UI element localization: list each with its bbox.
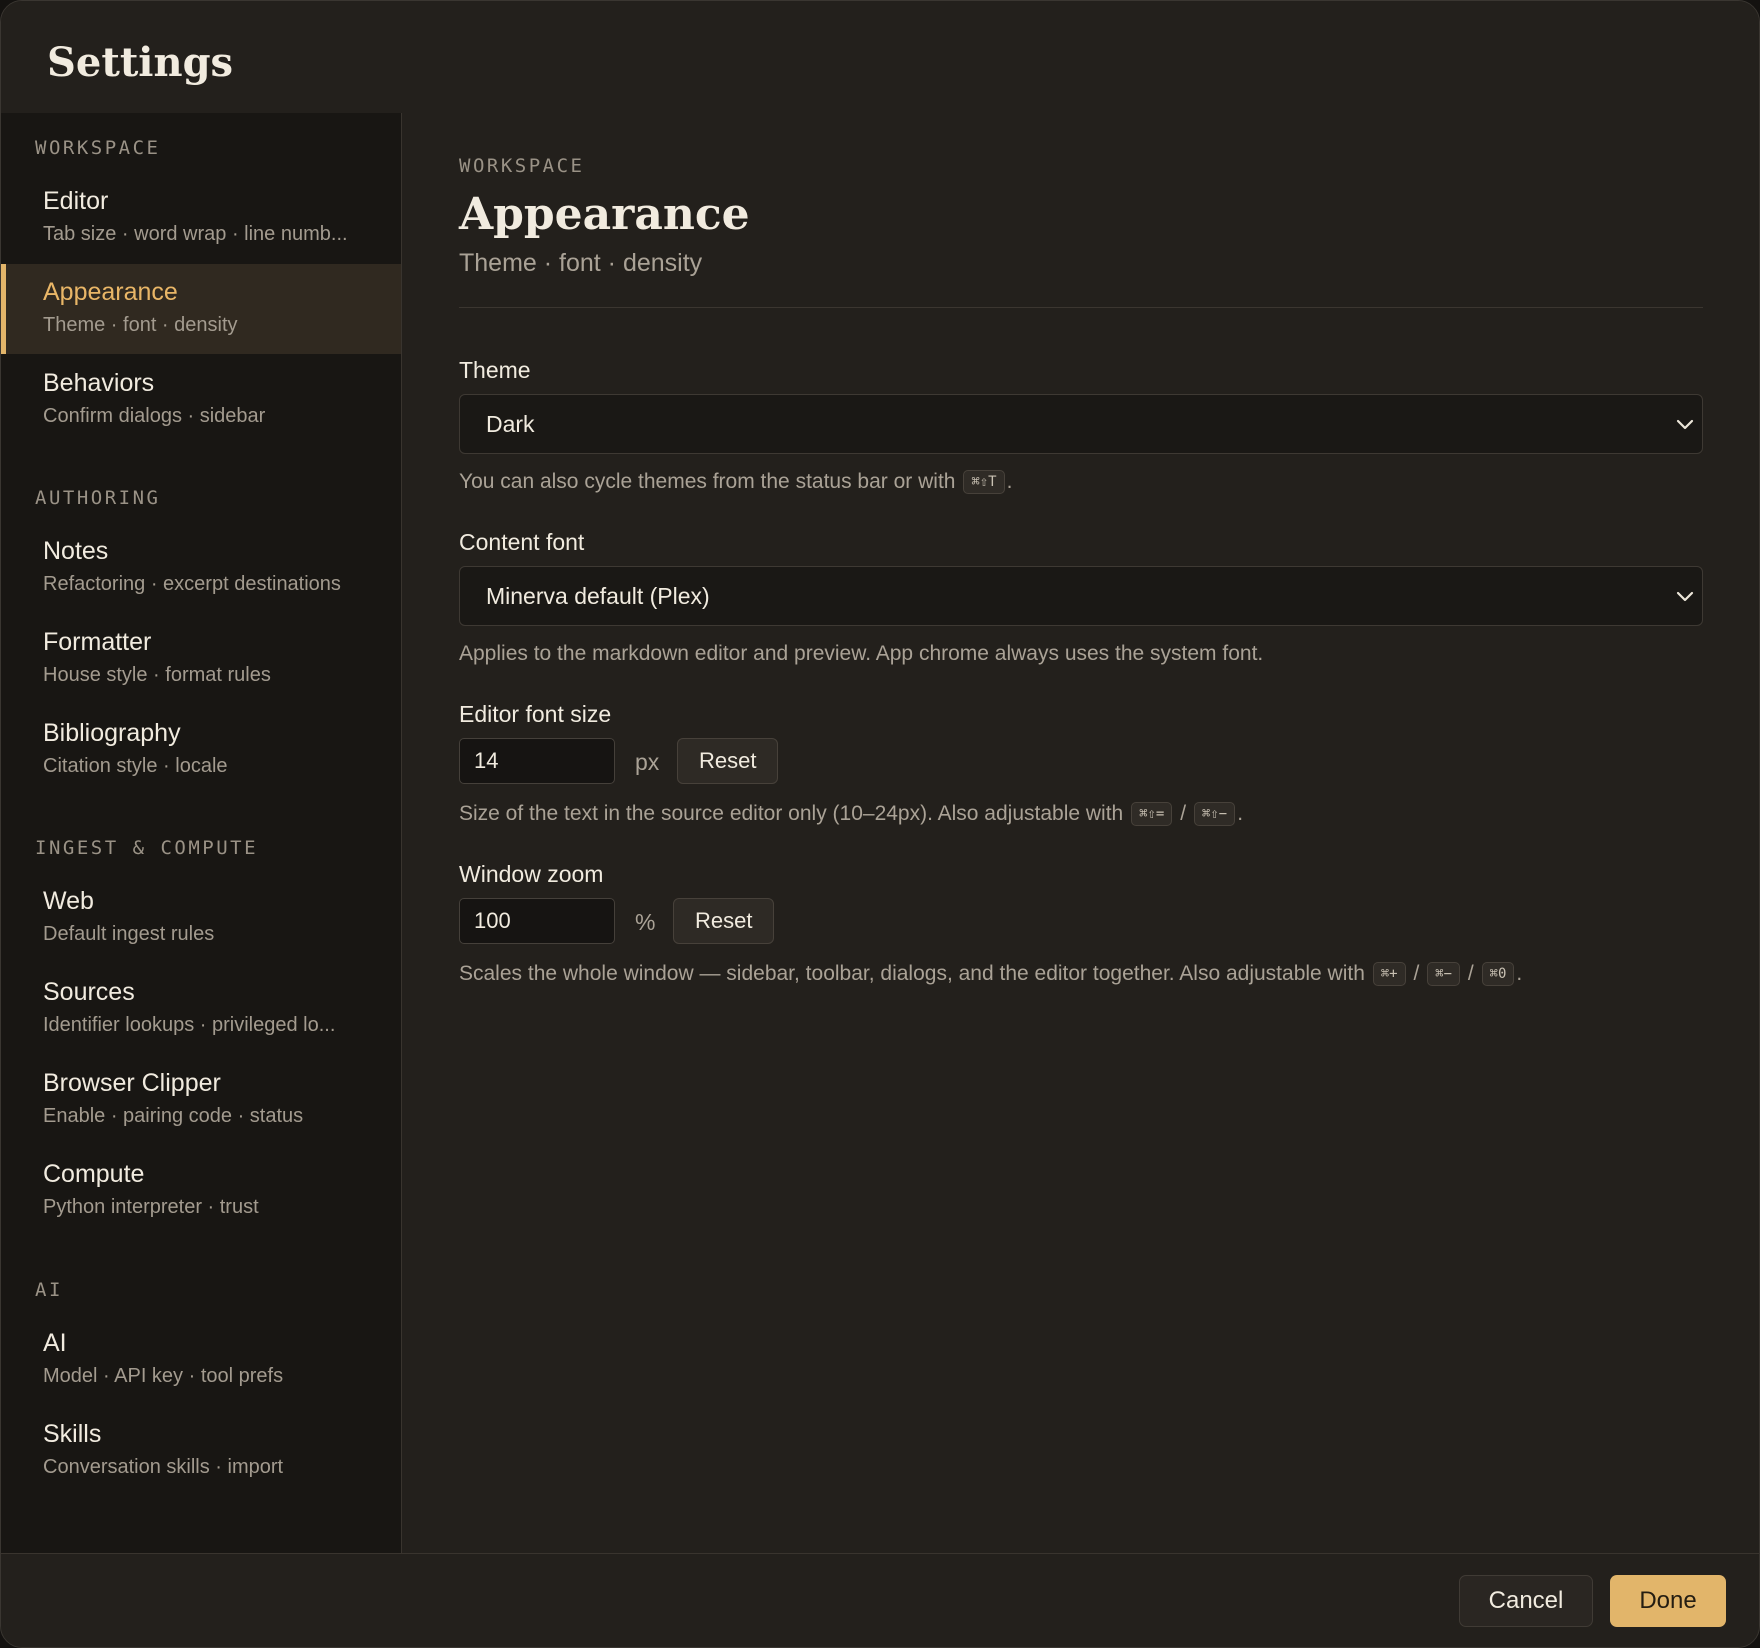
- sidebar-item-title: Notes: [43, 537, 109, 565]
- sidebar-item-web[interactable]: Web Default ingest rules: [1, 873, 401, 963]
- window-zoom-help-end: .: [1516, 962, 1523, 985]
- sidebar-item-title: Behaviors: [43, 369, 155, 397]
- page-eyebrow: WORKSPACE: [459, 155, 585, 177]
- cancel-button[interactable]: Cancel: [1459, 1575, 1593, 1627]
- sidebar-item-subtitle: Citation style · locale: [43, 755, 228, 777]
- editor-font-size-help-end: .: [1237, 802, 1244, 825]
- chevron-down-icon: [1676, 591, 1694, 602]
- dialog-header: Settings: [1, 1, 1759, 113]
- chevron-down-icon: [1676, 419, 1694, 430]
- sidebar-item-title: Editor: [43, 187, 109, 215]
- sidebar-item-ai[interactable]: AI Model · API key · tool prefs: [1, 1315, 401, 1405]
- window-zoom-reset-button[interactable]: Reset: [673, 898, 775, 944]
- sidebar-item-behaviors[interactable]: Behaviors Confirm dialogs · sidebar: [1, 355, 401, 445]
- sidebar-item-subtitle: Identifier lookups · privileged lo...: [43, 1014, 336, 1036]
- content-font-select-value: Minerva default (Plex): [486, 583, 710, 609]
- zoom-in-shortcut: ⌘+: [1372, 962, 1406, 986]
- sidebar-item-appearance[interactable]: Appearance Theme · font · density: [1, 264, 401, 354]
- content-font-label: Content font: [459, 529, 585, 555]
- sidebar-item-compute[interactable]: Compute Python interpreter · trust: [1, 1146, 401, 1236]
- shortcut-separator: /: [1467, 962, 1474, 985]
- sidebar-section-authoring: AUTHORING: [35, 487, 161, 509]
- theme-select[interactable]: Dark: [459, 394, 1703, 454]
- sidebar-item-subtitle: Python interpreter · trust: [43, 1196, 259, 1218]
- settings-sidebar: WORKSPACE Editor Tab size · word wrap · …: [1, 113, 402, 1553]
- theme-label: Theme: [459, 357, 531, 383]
- dialog-footer: Cancel Done: [1, 1553, 1759, 1647]
- sidebar-item-title: Web: [43, 887, 94, 915]
- sidebar-item-subtitle: Enable · pairing code · status: [43, 1105, 304, 1127]
- sidebar-item-subtitle: Default ingest rules: [43, 923, 215, 945]
- content-font-help: Applies to the markdown editor and previ…: [459, 642, 1264, 665]
- sidebar-item-title: Appearance: [43, 278, 178, 306]
- sidebar-item-title: Formatter: [43, 628, 152, 656]
- sidebar-item-subtitle: Model · API key · tool prefs: [43, 1365, 284, 1387]
- sidebar-section-ai: AI: [35, 1279, 63, 1301]
- sidebar-item-notes[interactable]: Notes Refactoring · excerpt destinations: [1, 523, 401, 613]
- page-title: Appearance: [459, 189, 750, 240]
- editor-font-size-input[interactable]: [459, 738, 615, 784]
- sidebar-item-subtitle: Confirm dialogs · sidebar: [43, 405, 266, 427]
- editor-font-size-unit: px: [635, 749, 660, 775]
- sidebar-item-title: Browser Clipper: [43, 1069, 221, 1097]
- sidebar-item-subtitle: Theme · font · density: [43, 314, 238, 336]
- theme-help-end: .: [1006, 470, 1013, 493]
- editor-font-size-help-text: Size of the text in the source editor on…: [459, 802, 1124, 825]
- theme-shortcut: ⌘⇧T: [963, 470, 1005, 494]
- sidebar-item-title: AI: [43, 1329, 67, 1357]
- window-zoom-label: Window zoom: [459, 861, 604, 887]
- sidebar-item-subtitle: Tab size · word wrap · line numb...: [43, 223, 348, 245]
- sidebar-item-editor[interactable]: Editor Tab size · word wrap · line numb.…: [1, 173, 401, 263]
- shortcut-separator: /: [1180, 802, 1187, 825]
- font-decrease-shortcut: ⌘⇧−: [1193, 802, 1236, 826]
- settings-dialog: Settings WORKSPACE Editor Tab size · wor…: [0, 0, 1760, 1648]
- window-zoom-unit: %: [635, 909, 656, 935]
- sidebar-item-sources[interactable]: Sources Identifier lookups · privileged …: [1, 964, 401, 1054]
- sidebar-item-title: Bibliography: [43, 719, 181, 747]
- shortcut-separator: /: [1413, 962, 1420, 985]
- sidebar-item-browser-clipper[interactable]: Browser Clipper Enable · pairing code · …: [1, 1055, 401, 1145]
- sidebar-item-bibliography[interactable]: Bibliography Citation style · locale: [1, 705, 401, 795]
- window-zoom-help: Scales the whole window — sidebar, toolb…: [459, 962, 1522, 986]
- editor-font-size-help: Size of the text in the source editor on…: [459, 802, 1243, 826]
- editor-font-size-label: Editor font size: [459, 701, 612, 727]
- sidebar-section-workspace: WORKSPACE: [35, 137, 161, 159]
- sidebar-item-skills[interactable]: Skills Conversation skills · import: [1, 1406, 401, 1496]
- theme-select-value: Dark: [486, 411, 535, 437]
- page-subtitle: Theme · font · density: [459, 249, 703, 277]
- font-increase-shortcut: ⌘⇧=: [1131, 802, 1173, 826]
- dialog-title: Settings: [47, 39, 234, 86]
- window-zoom-input[interactable]: [459, 898, 615, 944]
- sidebar-item-formatter[interactable]: Formatter House style · format rules: [1, 614, 401, 704]
- theme-help-text: You can also cycle themes from the statu…: [459, 470, 956, 493]
- sidebar-section-ingest-compute: INGEST & COMPUTE: [35, 837, 259, 859]
- sidebar-item-subtitle: House style · format rules: [43, 664, 271, 686]
- content-font-select[interactable]: Minerva default (Plex): [459, 566, 1703, 626]
- editor-font-size-reset-button[interactable]: Reset: [677, 738, 779, 784]
- zoom-out-shortcut: ⌘−: [1427, 962, 1460, 986]
- sidebar-item-subtitle: Refactoring · excerpt destinations: [43, 573, 341, 595]
- theme-help: You can also cycle themes from the statu…: [459, 470, 1012, 494]
- sidebar-item-title: Skills: [43, 1420, 102, 1448]
- zoom-reset-shortcut: ⌘0: [1481, 962, 1515, 986]
- window-zoom-help-text: Scales the whole window — sidebar, toolb…: [459, 962, 1365, 985]
- sidebar-item-title: Compute: [43, 1160, 145, 1188]
- header-divider: [459, 307, 1703, 308]
- done-button[interactable]: Done: [1610, 1575, 1726, 1627]
- sidebar-item-title: Sources: [43, 978, 135, 1006]
- sidebar-item-subtitle: Conversation skills · import: [43, 1456, 284, 1478]
